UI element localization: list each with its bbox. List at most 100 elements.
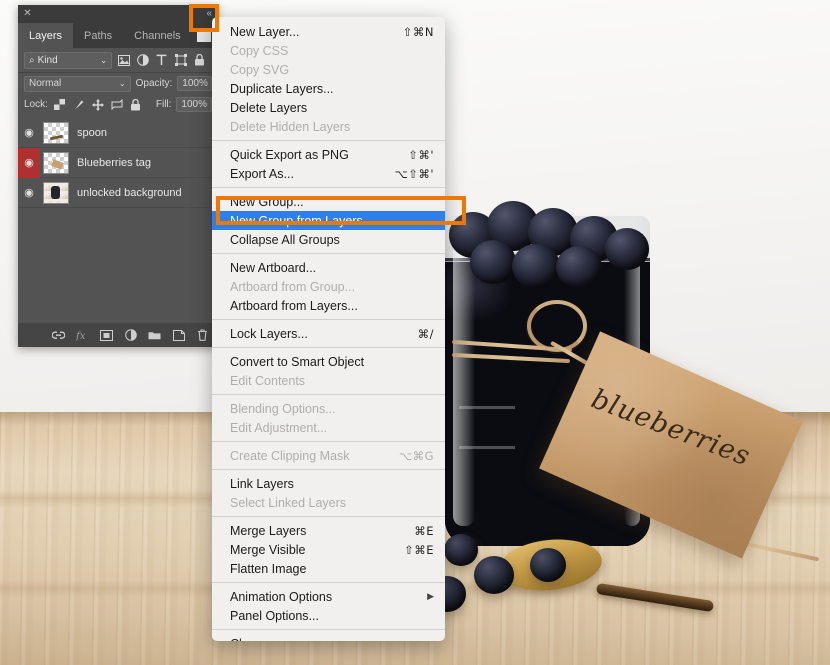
menu-item-label: Copy SVG [230, 63, 434, 77]
menu-separator [212, 582, 445, 583]
panel-bottom-toolbar: fx [18, 323, 218, 347]
menu-item[interactable]: Artboard from Layers... [212, 296, 445, 315]
menu-item[interactable]: Collapse All Groups [212, 230, 445, 249]
menu-separator [212, 253, 445, 254]
menu-item[interactable]: Lock Layers...⌘/ [212, 324, 445, 343]
layers-panel[interactable]: ✕ « Layers Paths Channels ⌕ Kind ⌄ [18, 5, 218, 347]
annotation-highlight-panel-menu [189, 4, 219, 32]
layer-visibility-toggle[interactable]: ◉ [18, 118, 40, 148]
menu-item[interactable]: Merge Visible⇧⌘E [212, 540, 445, 559]
tag-handwriting: blueberries [587, 383, 755, 472]
menu-item-label: Close [230, 637, 434, 642]
smart-object-filter-icon[interactable] [192, 53, 207, 68]
menu-item[interactable]: Export As...⌥⇧⌘' [212, 164, 445, 183]
table-row[interactable]: ◉ Blueberries tag [18, 148, 218, 178]
menu-item-label: Artboard from Layers... [230, 299, 434, 313]
new-group-icon[interactable] [148, 330, 161, 340]
menu-item-shortcut: ⌘/ [418, 327, 434, 341]
layer-visibility-toggle[interactable]: ◉ [18, 178, 40, 208]
menu-item[interactable]: Flatten Image [212, 559, 445, 578]
berry [474, 556, 514, 594]
layer-thumbnail[interactable] [43, 152, 69, 174]
layer-mask-icon[interactable] [100, 330, 113, 341]
berry [470, 240, 516, 284]
fill-label: Fill: [156, 99, 172, 110]
adjustment-layer-icon[interactable] [124, 329, 137, 341]
tab-layers[interactable]: Layers [18, 23, 73, 48]
artboard-lock-icon[interactable] [110, 98, 124, 112]
delete-layer-icon[interactable] [196, 329, 209, 341]
link-layers-icon[interactable] [52, 331, 65, 340]
layers-panel-flyout-menu[interactable]: New Layer...⇧⌘N Copy CSS Copy SVG Duplicate… [212, 17, 445, 641]
opacity-label: Opacity: [136, 78, 173, 89]
eye-icon: ◉ [24, 126, 34, 139]
blend-mode-row: Normal ⌄ Opacity: 100% [18, 73, 218, 94]
opacity-input[interactable]: 100% [177, 76, 212, 91]
menu-item[interactable]: Merge Layers⌘E [212, 521, 445, 540]
menu-item-label: Panel Options... [230, 609, 434, 623]
new-layer-icon[interactable] [172, 330, 185, 341]
transparency-lock-icon[interactable] [53, 98, 67, 112]
table-row[interactable]: ◉ spoon [18, 118, 218, 148]
menu-item[interactable]: Quick Export as PNG⇧⌘' [212, 145, 445, 164]
close-icon[interactable]: ✕ [23, 9, 32, 18]
menu-item: Select Linked Layers [212, 493, 445, 512]
menu-item: Blending Options... [212, 399, 445, 418]
all-lock-icon[interactable] [129, 98, 143, 112]
menu-item-label: Quick Export as PNG [230, 148, 408, 162]
menu-separator [212, 140, 445, 141]
layer-style-fx-icon[interactable]: fx [76, 330, 89, 341]
menu-item-shortcut: ⌥⌘G [399, 449, 434, 463]
tab-paths[interactable]: Paths [73, 23, 123, 48]
submenu-arrow-icon: ▶ [427, 591, 434, 602]
menu-item: Copy CSS [212, 41, 445, 60]
menu-item[interactable]: Convert to Smart Object [212, 352, 445, 371]
tab-channels[interactable]: Channels [123, 23, 191, 48]
tab-channels-label: Channels [134, 30, 180, 42]
menu-separator [212, 319, 445, 320]
shape-filter-icon[interactable] [173, 53, 188, 68]
filter-kind-select[interactable]: ⌕ Kind ⌄ [24, 52, 112, 69]
menu-item-label: Delete Hidden Layers [230, 120, 434, 134]
adjustment-filter-icon[interactable] [135, 53, 150, 68]
menu-item[interactable]: Panel Options... [212, 606, 445, 625]
layer-visibility-toggle[interactable]: ◉ [18, 148, 40, 178]
menu-item-label: Create Clipping Mask [230, 449, 399, 463]
panel-tab-bar: Layers Paths Channels [18, 23, 218, 48]
menu-item[interactable]: Delete Layers [212, 98, 445, 117]
layer-thumbnail[interactable] [43, 182, 69, 204]
blend-mode-value: Normal [29, 78, 61, 89]
menu-item-label: Animation Options [230, 590, 427, 604]
jar-measurement-marks [459, 406, 515, 516]
layer-thumbnail[interactable] [43, 122, 69, 144]
table-row[interactable]: ◉ unlocked background [18, 178, 218, 208]
annotation-highlight-selected-menu-item [216, 196, 466, 225]
tab-paths-label: Paths [84, 30, 112, 42]
menu-item[interactable]: Close [212, 634, 445, 641]
menu-item-label: Copy CSS [230, 44, 434, 58]
svg-text:fx: fx [76, 331, 86, 341]
menu-item[interactable]: New Artboard... [212, 258, 445, 277]
fill-input[interactable]: 100% [176, 97, 212, 112]
blend-mode-select[interactable]: Normal ⌄ [24, 76, 131, 92]
menu-item[interactable]: Animation Options▶ [212, 587, 445, 606]
move-lock-icon[interactable] [91, 98, 105, 112]
menu-item[interactable]: Link Layers [212, 474, 445, 493]
layer-filter-row: ⌕ Kind ⌄ [18, 48, 218, 73]
menu-separator [212, 187, 445, 188]
pixel-filter-icon[interactable] [116, 53, 131, 68]
type-filter-icon[interactable] [154, 53, 169, 68]
menu-item-label: Lock Layers... [230, 327, 418, 341]
chevron-down-icon: ⌄ [100, 56, 107, 65]
eye-icon: ◉ [24, 156, 34, 169]
eye-icon: ◉ [24, 186, 34, 199]
berry [605, 228, 649, 270]
menu-item-label: Merge Visible [230, 543, 404, 557]
menu-separator [212, 347, 445, 348]
tab-layers-label: Layers [29, 30, 62, 42]
menu-item-shortcut: ⇧⌘N [403, 25, 434, 39]
menu-separator [212, 516, 445, 517]
menu-item[interactable]: New Layer...⇧⌘N [212, 22, 445, 41]
menu-item[interactable]: Duplicate Layers... [212, 79, 445, 98]
brush-lock-icon[interactable] [72, 98, 86, 112]
